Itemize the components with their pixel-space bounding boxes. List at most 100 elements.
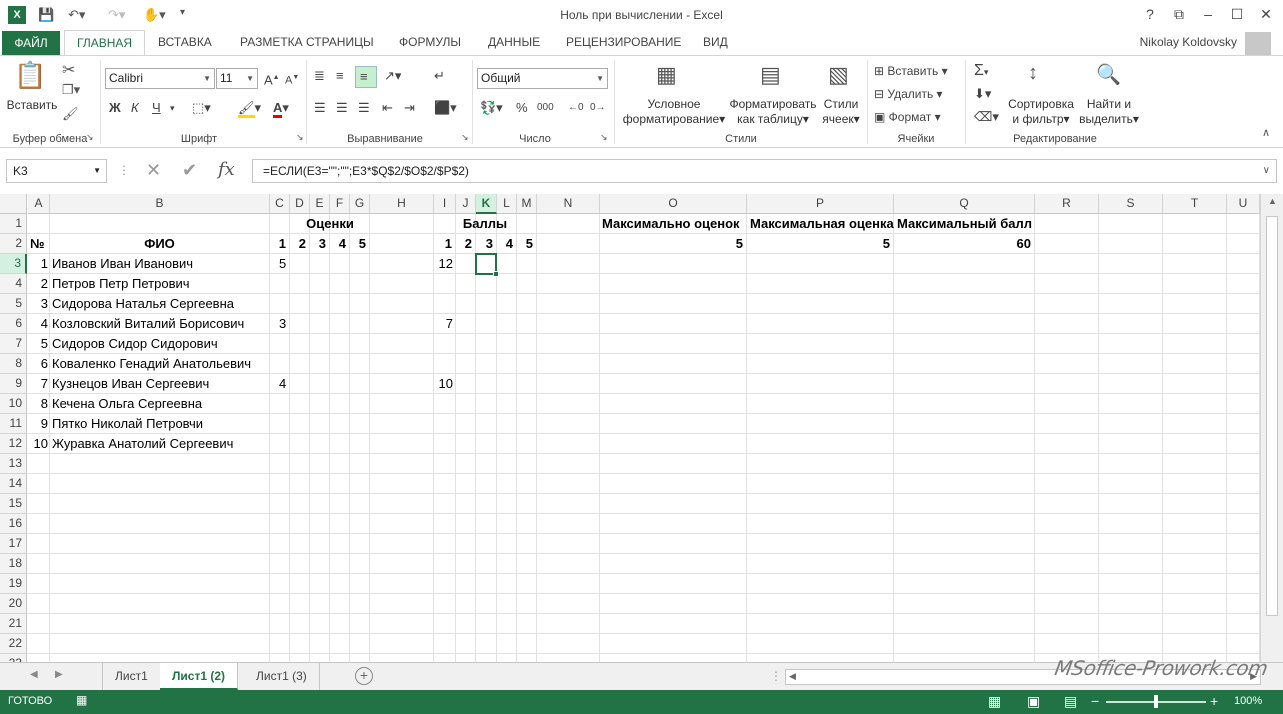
row-header-22[interactable]: 22: [0, 634, 27, 654]
chevron-down-icon[interactable]: ▾: [170, 98, 175, 118]
clipboard-launcher-icon[interactable]: ↘: [86, 132, 94, 143]
cell-A5[interactable]: 3: [28, 294, 48, 314]
format-as-table-icon[interactable]: ▤: [760, 62, 781, 88]
font-name-combo[interactable]: Calibri ▼: [105, 68, 215, 89]
wrap-text-icon[interactable]: ↵: [434, 66, 445, 86]
cell-M2[interactable]: 5: [517, 234, 536, 254]
row-header-2[interactable]: 2: [0, 234, 27, 254]
vertical-scrollbar[interactable]: ▲: [1260, 194, 1283, 662]
scroll-left-icon[interactable]: ◀: [789, 671, 796, 682]
select-all-button[interactable]: [0, 194, 27, 214]
page-break-view-icon[interactable]: ▤: [1064, 693, 1077, 710]
align-bottom-icon[interactable]: ≡: [360, 67, 368, 87]
insert-function-icon[interactable]: fx: [218, 159, 235, 180]
row-header-23[interactable]: 23: [0, 654, 27, 662]
delete-cells-button[interactable]: ⊟ Удалить ▾: [874, 84, 943, 104]
cell-A8[interactable]: 6: [28, 354, 48, 374]
cell-C2[interactable]: 1: [270, 234, 289, 254]
cell-B2-name-header[interactable]: ФИО: [50, 234, 269, 254]
paste-button[interactable]: Вставить: [4, 98, 60, 113]
column-header-Q[interactable]: Q: [894, 194, 1035, 214]
close-button[interactable]: ✕: [1254, 6, 1278, 23]
cell-I9[interactable]: 10: [434, 374, 455, 394]
zoom-in-icon[interactable]: +: [1210, 693, 1218, 709]
align-right-icon[interactable]: ☰: [358, 98, 370, 118]
format-as-table-button[interactable]: Форматировать как таблицу▾: [726, 97, 820, 127]
zoom-level[interactable]: 100%: [1234, 695, 1262, 707]
cell-B8[interactable]: Коваленко Генадий Анатольевич: [52, 354, 251, 374]
row-header-19[interactable]: 19: [0, 574, 27, 594]
row-header-17[interactable]: 17: [0, 534, 27, 554]
cell-C3[interactable]: 5: [279, 254, 286, 274]
sheet-prev-icon[interactable]: ◀: [30, 669, 38, 680]
fill-color-icon[interactable]: 🖌▾: [238, 98, 261, 118]
macro-recording-icon[interactable]: ▦: [76, 693, 87, 707]
increase-decimal-icon[interactable]: ←0: [568, 98, 584, 118]
cell-styles-button[interactable]: Стили ячеек▾: [818, 97, 864, 127]
cell-D1-grades-header[interactable]: Оценки: [290, 214, 370, 234]
row-header-3[interactable]: 3: [0, 254, 27, 274]
column-header-H[interactable]: H: [370, 194, 434, 214]
row-header-8[interactable]: 8: [0, 354, 27, 374]
cell-K2[interactable]: 3: [476, 234, 496, 254]
font-launcher-icon[interactable]: ↘: [296, 132, 304, 143]
cell-C6[interactable]: 3: [279, 314, 286, 334]
cell-styles-icon[interactable]: ▧: [828, 62, 849, 88]
cell-I3[interactable]: 12: [434, 254, 455, 274]
cell-A6[interactable]: 4: [28, 314, 48, 334]
column-header-G[interactable]: G: [350, 194, 370, 214]
cell-B7[interactable]: Сидоров Сидор Сидорович: [52, 334, 218, 354]
paste-icon[interactable]: 📋: [14, 60, 46, 91]
increase-font-icon[interactable]: A▲: [264, 68, 280, 88]
drag-handle-icon[interactable]: ⋮: [770, 669, 782, 683]
column-header-U[interactable]: U: [1227, 194, 1260, 214]
sheet-next-icon[interactable]: ▶: [55, 669, 63, 680]
row-header-7[interactable]: 7: [0, 334, 27, 354]
cut-icon[interactable]: ✂: [62, 60, 75, 80]
cell-O2[interactable]: 5: [600, 234, 746, 254]
align-left-icon[interactable]: ☰: [314, 98, 326, 118]
column-header-F[interactable]: F: [330, 194, 350, 214]
tab-insert[interactable]: ВСТАВКА: [146, 30, 224, 55]
column-header-D[interactable]: D: [290, 194, 310, 214]
minimize-button[interactable]: –: [1196, 6, 1220, 22]
insert-cells-button[interactable]: ⊞ Вставить ▾: [874, 61, 948, 81]
cell-Q1-max-points[interactable]: Максимальный балл: [897, 214, 1032, 234]
tab-file[interactable]: ФАЙЛ: [2, 31, 60, 55]
cell-I6[interactable]: 7: [434, 314, 455, 334]
row-header-6[interactable]: 6: [0, 314, 27, 334]
cell-A4[interactable]: 2: [28, 274, 48, 294]
tab-data[interactable]: ДАННЫЕ: [476, 30, 552, 55]
add-sheet-button[interactable]: +: [355, 667, 373, 685]
decrease-font-icon[interactable]: A▼: [285, 68, 299, 88]
sheet-tab-1[interactable]: Лист1: [102, 663, 161, 690]
conditional-formatting-icon[interactable]: ▦: [656, 62, 677, 88]
row-header-20[interactable]: 20: [0, 594, 27, 614]
copy-icon[interactable]: ❐▾: [62, 82, 80, 98]
cell-P1-max-grade[interactable]: Максимальная оценка: [750, 214, 894, 234]
sort-filter-icon[interactable]: ↕: [1028, 62, 1038, 85]
cell-A2-number-header[interactable]: №: [30, 234, 45, 254]
scroll-up-icon[interactable]: ▲: [1268, 196, 1277, 206]
format-painter-icon[interactable]: 🖌: [62, 106, 79, 122]
cell-A9[interactable]: 7: [28, 374, 48, 394]
conditional-formatting-button[interactable]: Условное форматирование▾: [618, 97, 730, 127]
sheet-tab-2[interactable]: Лист1 (2): [160, 663, 239, 690]
cell-A10[interactable]: 8: [28, 394, 48, 414]
cell-B12[interactable]: Журавка Анатолий Сергеевич: [52, 434, 233, 454]
number-launcher-icon[interactable]: ↘: [600, 132, 608, 143]
drag-handle-icon[interactable]: ⋮: [118, 163, 130, 177]
fill-icon[interactable]: ⬇▾: [974, 84, 991, 104]
row-header-18[interactable]: 18: [0, 554, 27, 574]
tab-view[interactable]: ВИД: [691, 30, 740, 55]
cell-G2[interactable]: 5: [350, 234, 369, 254]
borders-icon[interactable]: ⬚▾: [192, 98, 211, 118]
percent-button[interactable]: %: [516, 98, 528, 118]
clear-icon[interactable]: ⌫▾: [974, 107, 999, 127]
binoculars-icon[interactable]: 🔍: [1096, 62, 1121, 87]
cell-B4[interactable]: Петров Петр Петрович: [52, 274, 190, 294]
cancel-icon[interactable]: ✕: [146, 160, 161, 181]
column-header-R[interactable]: R: [1035, 194, 1099, 214]
format-cells-button[interactable]: ▣ Формат ▾: [874, 107, 941, 127]
row-header-1[interactable]: 1: [0, 214, 27, 234]
